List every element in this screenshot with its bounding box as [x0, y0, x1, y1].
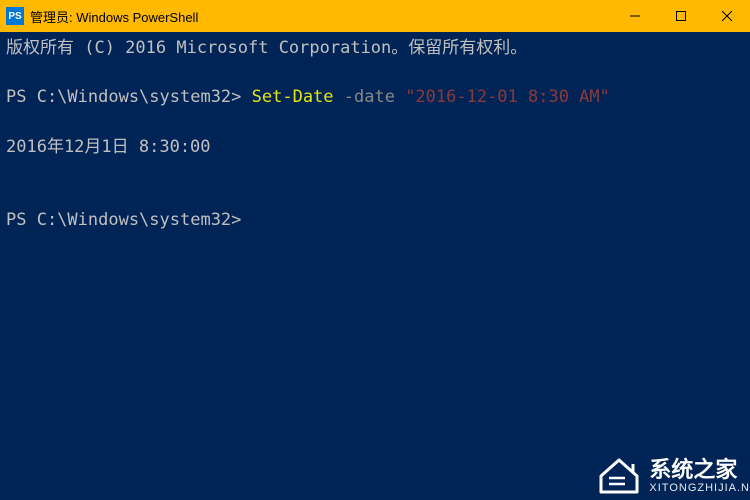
cmdlet-flag: -date [334, 87, 406, 107]
minimize-icon [630, 11, 640, 21]
terminal-area[interactable]: 版权所有 (C) 2016 Microsoft Corporation。保留所有… [0, 32, 750, 500]
blank-line-2 [6, 110, 744, 135]
blank-line [6, 61, 744, 86]
prompt-1: PS C:\Windows\system32> [6, 87, 252, 107]
window-title: 管理员: Windows PowerShell [30, 7, 198, 26]
cmdlet-name: Set-Date [252, 87, 334, 107]
minimize-button[interactable] [612, 0, 658, 32]
command-line-1: PS C:\Windows\system32> Set-Date -date "… [6, 85, 744, 110]
maximize-button[interactable] [658, 0, 704, 32]
close-icon [722, 11, 732, 21]
prompt-2: PS C:\Windows\system32> [6, 208, 744, 233]
maximize-icon [676, 11, 686, 21]
copyright-line: 版权所有 (C) 2016 Microsoft Corporation。保留所有… [6, 36, 744, 61]
cmdlet-arg: "2016-12-01 8:30 AM" [405, 87, 610, 107]
output-line: 2016年12月1日 8:30:00 [6, 135, 744, 160]
watermark-text: 系统之家 XITONGZHIJIA.N [649, 458, 750, 494]
close-button[interactable] [704, 0, 750, 32]
powershell-icon-label: PS [8, 11, 21, 22]
watermark-sub: XITONGZHIJIA.N [649, 482, 750, 494]
watermark-main: 系统之家 [649, 458, 750, 482]
titlebar[interactable]: PS 管理员: Windows PowerShell [0, 0, 750, 32]
window-controls [612, 0, 750, 32]
blank-line-3 [6, 159, 744, 184]
powershell-icon: PS [6, 7, 24, 25]
watermark-house-icon [597, 456, 641, 496]
watermark: 系统之家 XITONGZHIJIA.N [597, 456, 750, 496]
blank-line-4 [6, 184, 744, 209]
powershell-window: PS 管理员: Windows PowerShell 版权所有 (C) 2016… [0, 0, 750, 500]
titlebar-left: PS 管理员: Windows PowerShell [6, 7, 198, 26]
